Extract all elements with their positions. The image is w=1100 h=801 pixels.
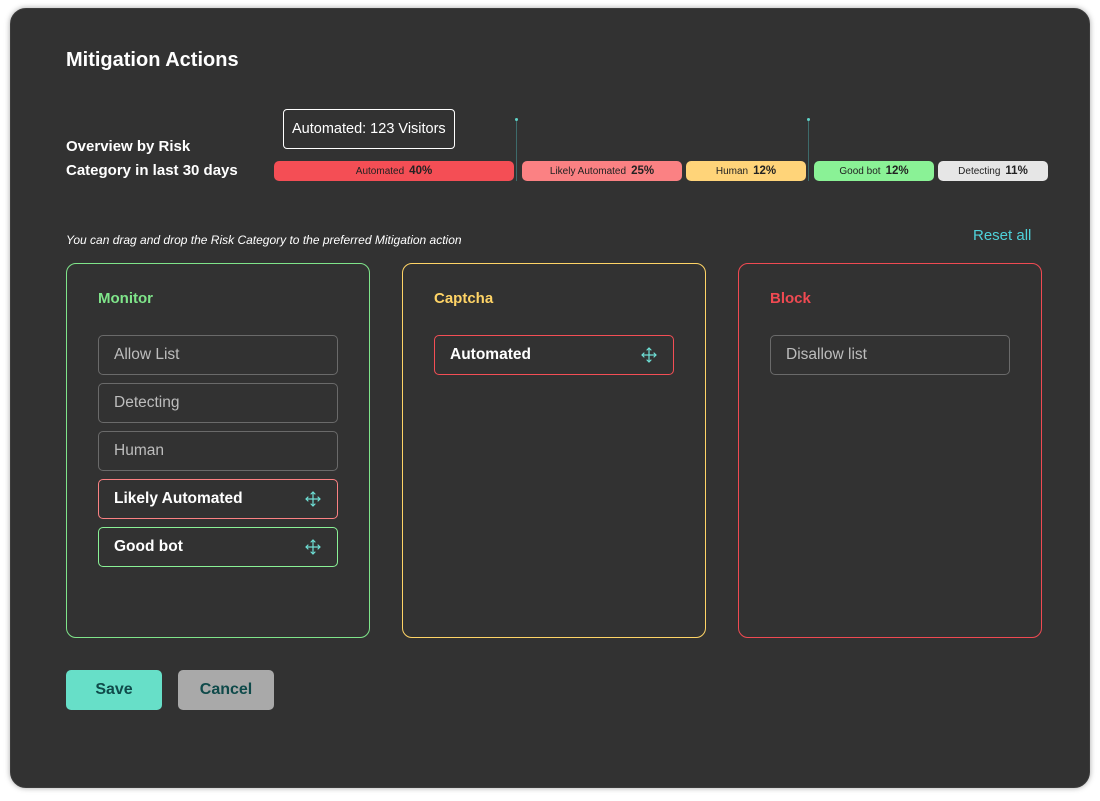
risk-segment-detecting[interactable]: Detecting 11% [938,161,1048,181]
segment-percent: 40% [409,165,433,177]
panel-title-block: Block [770,290,811,307]
chip-label: Automated [450,346,531,363]
chip-label: Likely Automated [114,490,243,507]
captcha-panel[interactable]: Captcha Automated [402,263,706,638]
move-arrows-icon[interactable] [305,491,321,507]
segment-percent: 12% [753,165,777,177]
move-arrows-icon[interactable] [305,539,321,555]
mitigation-dialog: Mitigation Actions Overview by Risk Cate… [10,8,1090,788]
risk-segment-human[interactable]: Human 12% [686,161,806,181]
drag-hint: You can drag and drop the Risk Category … [66,233,462,247]
cancel-button[interactable]: Cancel [178,670,274,710]
risk-segment-likely-automated[interactable]: Likely Automated 25% [522,161,682,181]
block-panel[interactable]: Block Disallow list [738,263,1042,638]
segment-percent: 11% [1005,165,1028,177]
chip-label: Good bot [114,538,183,555]
chip-allow-list: Allow List [98,335,338,375]
bar-marker [515,118,518,181]
risk-segment-good-bot[interactable]: Good bot 12% [814,161,934,181]
chip-good-bot[interactable]: Good bot [98,527,338,567]
panel-title-monitor: Monitor [98,290,153,307]
chip-automated[interactable]: Automated [434,335,674,375]
save-button[interactable]: Save [66,670,162,710]
segment-label: Automated [355,165,405,177]
bar-marker [807,118,810,181]
chip-likely-automated[interactable]: Likely Automated [98,479,338,519]
chip-disallow-list: Disallow list [770,335,1010,375]
chip-label: Disallow list [786,346,867,363]
segment-tooltip: Automated: 123 Visitors [283,109,455,149]
reset-all-link[interactable]: Reset all [973,227,1031,244]
chip-human: Human [98,431,338,471]
chip-label: Allow List [114,346,180,363]
risk-segment-automated[interactable]: Automated 40% [274,161,514,181]
chip-label: Detecting [114,394,180,411]
panel-title-captcha: Captcha [434,290,494,307]
chip-detecting: Detecting [98,383,338,423]
segment-percent: 25% [631,165,655,177]
segment-label: Good bot [839,165,881,177]
segment-label: Human [715,165,749,177]
segment-percent: 12% [885,165,909,177]
monitor-panel[interactable]: Monitor Allow List Detecting Human Likel… [66,263,370,638]
dialog-title: Mitigation Actions [66,49,239,71]
move-arrows-icon[interactable] [641,347,657,363]
chip-label: Human [114,442,164,459]
segment-label: Likely Automated [549,165,627,177]
segment-label: Detecting [958,165,1001,177]
overview-label: Overview by Risk Category in last 30 day… [66,138,238,179]
